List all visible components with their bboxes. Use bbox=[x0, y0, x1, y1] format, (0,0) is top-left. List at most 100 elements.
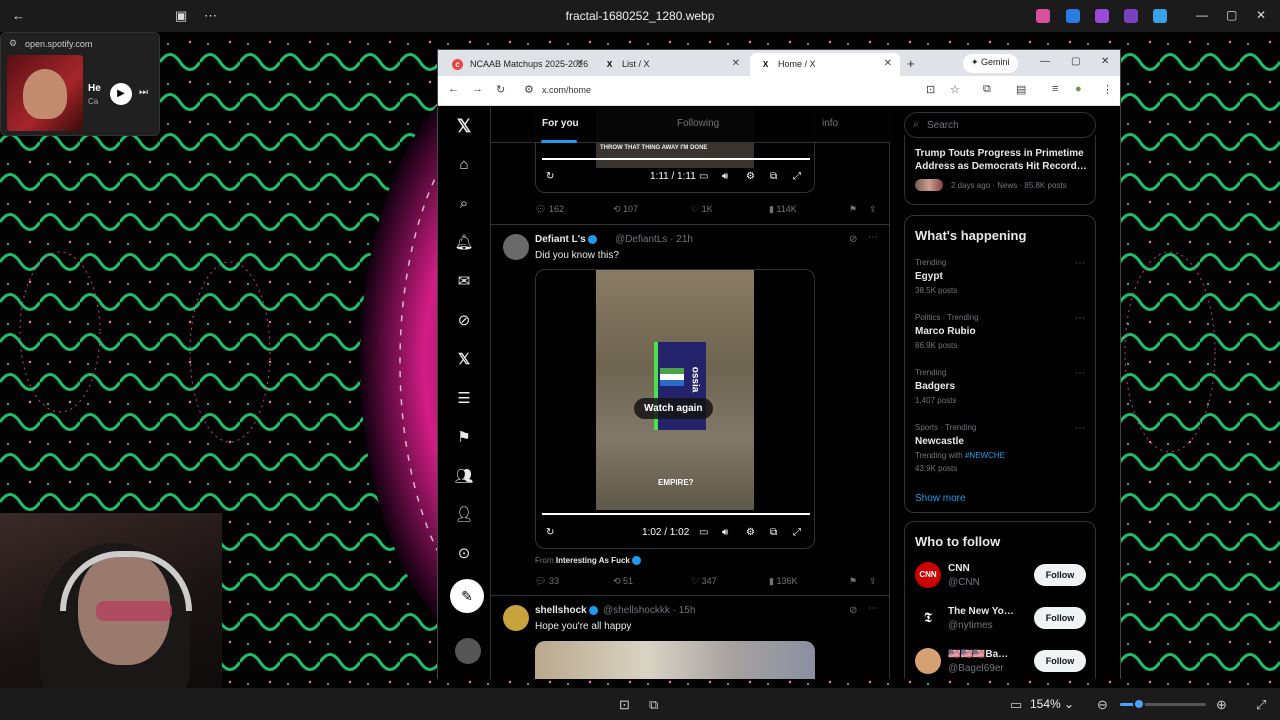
tab-info[interactable]: info bbox=[822, 118, 838, 129]
follow-button[interactable]: Follow bbox=[1034, 650, 1086, 672]
trend-name[interactable]: Newcastle bbox=[915, 436, 964, 447]
source-attribution[interactable]: From Interesting As Fuck bbox=[535, 556, 641, 566]
minimize-icon[interactable]: — bbox=[1040, 56, 1050, 67]
tab-ncaab[interactable]: c NCAAB Matchups 2025-2026 ✕ bbox=[442, 53, 592, 76]
more-icon[interactable]: ⊙ bbox=[454, 544, 474, 564]
views-button[interactable]: ▮ 136K bbox=[769, 576, 797, 587]
gemini-button[interactable]: ✦ Gemini bbox=[963, 54, 1018, 73]
more-icon[interactable]: ⋯ bbox=[204, 8, 217, 24]
maximize-icon[interactable]: ▢ bbox=[1226, 8, 1237, 22]
avatar[interactable]: 𝕿 bbox=[915, 605, 941, 631]
profile-icon[interactable]: ● bbox=[1075, 83, 1082, 95]
menu-icon[interactable]: ⋮ bbox=[1102, 83, 1113, 96]
volume-icon[interactable]: 🔊︎ bbox=[722, 527, 728, 538]
follow-name[interactable]: The New Yo… bbox=[948, 606, 1014, 617]
watch-again-button[interactable]: Watch again bbox=[634, 398, 713, 419]
address-bar[interactable]: x.com/home bbox=[542, 85, 591, 95]
app-icon[interactable] bbox=[1124, 9, 1138, 23]
video-player[interactable]: ossia Watch again EMPIRE? ↻ 1:02 / 1:02 … bbox=[535, 269, 815, 549]
reply-button[interactable]: 💬︎ 33 bbox=[535, 576, 559, 587]
views-button[interactable]: ▮ 114K bbox=[769, 204, 797, 215]
post-author[interactable]: shellshock bbox=[535, 605, 598, 616]
lists-icon[interactable]: ☰ bbox=[454, 389, 474, 409]
maximize-icon[interactable]: ▢ bbox=[1071, 56, 1080, 67]
bookmark-icon[interactable]: ⚑ bbox=[849, 204, 857, 215]
tab-for-you[interactable]: For you bbox=[542, 118, 579, 129]
grok-icon[interactable]: ⊘ bbox=[849, 234, 857, 245]
close-tab-icon[interactable]: ✕ bbox=[732, 58, 740, 69]
reload-icon[interactable]: ↻ bbox=[496, 83, 505, 96]
bookmark-icon[interactable]: ⚑ bbox=[849, 576, 857, 587]
forward-icon[interactable]: → bbox=[472, 83, 483, 95]
tab-list-x[interactable]: X List / X ✕ bbox=[594, 53, 748, 76]
follow-name[interactable]: 🇺🇸🇺🇸🇺🇸Ba… bbox=[948, 649, 1008, 660]
show-more-link[interactable]: Show more bbox=[915, 493, 966, 504]
profile-icon[interactable]: 👤︎ bbox=[454, 505, 474, 525]
trend-name[interactable]: Egypt bbox=[915, 271, 943, 282]
x-logo-icon[interactable]: 𝕏 bbox=[454, 116, 474, 136]
repost-button[interactable]: ⟲ 51 bbox=[613, 576, 633, 587]
avatar[interactable] bbox=[455, 638, 481, 664]
premium-icon[interactable]: 𝕏 bbox=[454, 350, 474, 370]
zoom-out-icon[interactable]: ⊖ bbox=[1097, 697, 1108, 713]
pip-icon[interactable]: ⧉ bbox=[770, 527, 777, 538]
follow-name[interactable]: CNN bbox=[948, 563, 970, 574]
app-icon[interactable] bbox=[1153, 9, 1167, 23]
tab-home-x[interactable]: X Home / X ✕ bbox=[750, 53, 900, 76]
share-icon[interactable]: ⇪ bbox=[869, 204, 877, 215]
settings-icon[interactable]: ⚙ bbox=[746, 527, 755, 538]
video-progress[interactable] bbox=[542, 513, 810, 515]
communities-icon[interactable]: 👥︎ bbox=[454, 467, 474, 487]
trend-name[interactable]: Badgers bbox=[915, 381, 955, 392]
avatar[interactable]: CNN bbox=[915, 562, 941, 588]
avatar[interactable] bbox=[503, 234, 529, 260]
like-button[interactable]: ♡ 1K bbox=[691, 204, 713, 215]
app-icon[interactable] bbox=[1095, 9, 1109, 23]
more-icon[interactable]: ⋯ bbox=[868, 232, 878, 243]
more-icon[interactable]: ⋯ bbox=[868, 603, 878, 614]
crop-icon[interactable]: ⊡ bbox=[619, 697, 630, 713]
messages-icon[interactable]: ✉ bbox=[454, 272, 474, 292]
post-button[interactable]: ✎ bbox=[450, 579, 484, 613]
back-icon[interactable]: ← bbox=[448, 83, 459, 95]
app-icon[interactable] bbox=[1066, 9, 1080, 23]
settings-icon[interactable]: ⚙ bbox=[746, 171, 755, 182]
filmstrip-icon[interactable]: ⧉ bbox=[649, 697, 658, 713]
repost-button[interactable]: ⟲ 107 bbox=[613, 204, 638, 215]
zoom-slider[interactable] bbox=[1120, 698, 1206, 710]
spotify-miniplayer[interactable]: ⚙ open.spotify.com He Ca ▶ ⏭ bbox=[0, 32, 160, 136]
zoom-in-icon[interactable]: ⊕ bbox=[1216, 697, 1227, 713]
close-icon[interactable]: ✕ bbox=[1101, 56, 1109, 67]
settings-icon[interactable]: ⚙ bbox=[9, 38, 17, 49]
more-icon[interactable]: ⋯ bbox=[1075, 368, 1085, 379]
minimize-icon[interactable]: — bbox=[1196, 8, 1208, 22]
avatar[interactable] bbox=[915, 648, 941, 674]
avatar[interactable] bbox=[503, 605, 529, 631]
close-icon[interactable]: ✕ bbox=[1256, 8, 1266, 22]
close-tab-icon[interactable]: ✕ bbox=[576, 58, 584, 69]
fullscreen-icon[interactable]: ⤢ bbox=[793, 527, 801, 538]
follow-button[interactable]: Follow bbox=[1034, 607, 1086, 629]
bookmarks-icon[interactable]: ⚑ bbox=[454, 428, 474, 448]
captions-icon[interactable]: ▭ bbox=[699, 171, 708, 182]
zoom-thumb[interactable] bbox=[1132, 698, 1145, 710]
home-icon[interactable]: ⌂ bbox=[454, 155, 474, 175]
back-icon[interactable]: ← bbox=[12, 8, 25, 23]
zoom-level[interactable]: 154% ⌄ bbox=[1030, 694, 1084, 714]
post-image[interactable] bbox=[535, 641, 815, 679]
more-icon[interactable]: ⋯ bbox=[1075, 313, 1085, 324]
like-button[interactable]: ♡ 347 bbox=[691, 576, 717, 587]
post-handle[interactable]: @shellshockkk · 15h bbox=[603, 605, 695, 616]
captions-icon[interactable]: ▭ bbox=[699, 527, 708, 538]
slideshow-icon[interactable]: ▣ bbox=[175, 8, 187, 24]
fullscreen-icon[interactable]: ⤢ bbox=[793, 171, 801, 182]
reply-button[interactable]: 💬︎ 162 bbox=[535, 204, 564, 215]
site-info-icon[interactable]: ⚙ bbox=[524, 83, 534, 96]
next-track-icon[interactable]: ⏭ bbox=[139, 87, 148, 98]
notifications-icon[interactable]: 🔔︎ bbox=[454, 233, 474, 253]
grok-icon[interactable]: ⊘ bbox=[849, 605, 857, 616]
sidepanel-icon[interactable]: ▤ bbox=[1016, 83, 1026, 96]
fit-icon[interactable]: ▭ bbox=[1010, 697, 1022, 713]
grok-icon[interactable]: ⊘ bbox=[454, 311, 474, 331]
install-icon[interactable]: ⊡ bbox=[926, 83, 935, 96]
